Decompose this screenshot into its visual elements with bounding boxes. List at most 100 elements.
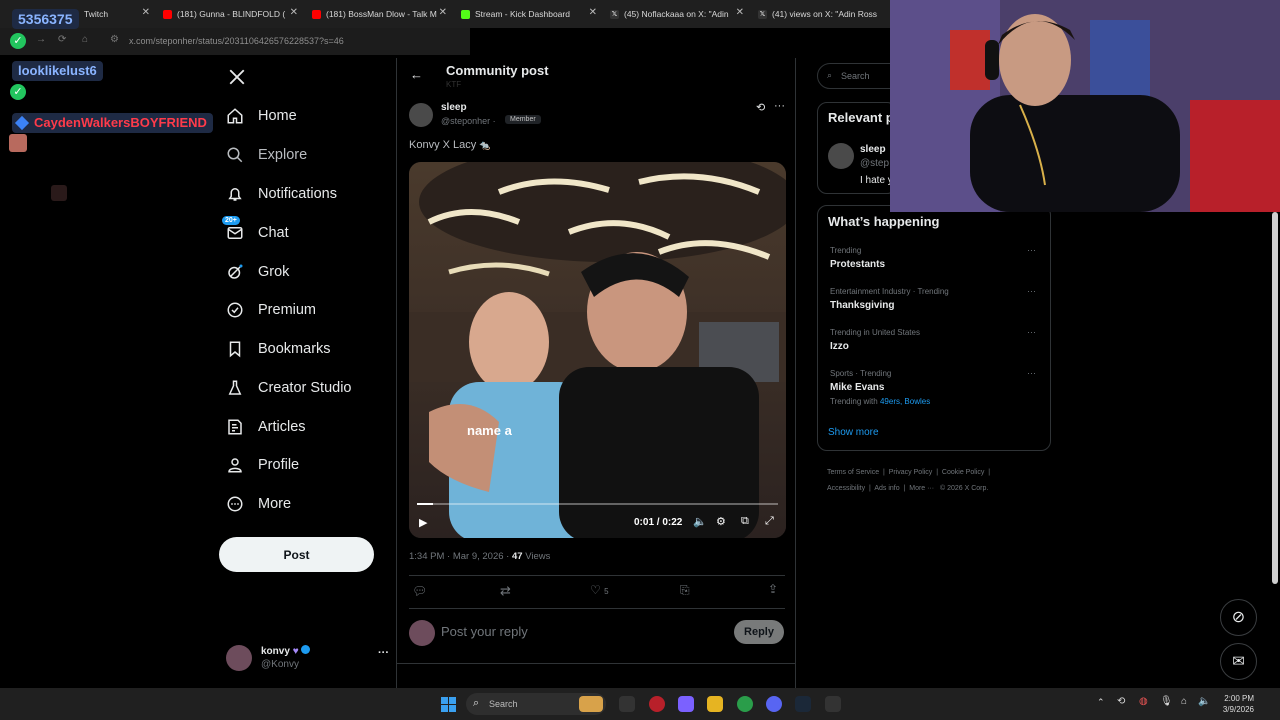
reply-button[interactable]: Reply [734, 620, 784, 644]
post-timestamp[interactable]: 1:34 PM · Mar 9, 2026 · [409, 551, 509, 562]
footer-link[interactable]: Accessibility [827, 485, 865, 492]
obs-icon[interactable] [649, 696, 665, 712]
repost-icon[interactable]: ⇄ [500, 583, 511, 599]
footer-link[interactable]: Terms of Service [827, 469, 879, 476]
back-arrow-icon[interactable]: ← [410, 67, 423, 82]
nav-chat[interactable]: Chat 20+ [222, 216, 289, 248]
trend-item[interactable]: Sports · Trending Mike Evans Trending wi… [830, 369, 930, 406]
share-icon[interactable]: ⇪ [768, 582, 778, 596]
bookmark-icon[interactable]: ⎘ [680, 583, 690, 598]
x-logo-icon[interactable] [228, 68, 246, 86]
trend-item[interactable]: Entertainment Industry · Trending Thanks… [830, 287, 949, 311]
close-icon[interactable]: ✕ [290, 7, 298, 18]
video-player[interactable]: name a ▶ 0:01 / 0:22 🔈 ⚙ ⧉ ⤢ [409, 162, 786, 538]
volume-icon[interactable]: 🔈 [1198, 696, 1210, 707]
tab-x-noflackaaa[interactable]: 𝕏 (45) Noflackaaa on X: "Adin ✕ [610, 4, 744, 24]
settings-gear-icon[interactable]: ⚙ [716, 515, 726, 528]
relevant-name[interactable]: sleep [860, 144, 886, 155]
person-icon [228, 458, 242, 473]
close-icon[interactable]: ✕ [142, 7, 150, 18]
tab-x-views[interactable]: 𝕏 (41) views on X: "Adin Ross [758, 4, 886, 24]
more-options-icon[interactable]: ··· [774, 100, 785, 112]
video-progress-fill [417, 503, 434, 505]
nav-explore[interactable]: Explore [226, 140, 307, 170]
relevant-bio: I hate y [860, 175, 893, 186]
nav-label: More [258, 496, 292, 512]
reply-input[interactable]: Post your reply [441, 624, 528, 639]
video-progress-track[interactable] [417, 503, 778, 505]
nav-home[interactable]: Home [226, 101, 297, 131]
fullscreen-icon[interactable]: ⤢ [765, 515, 774, 528]
nav-bookmarks[interactable]: Bookmarks [226, 334, 331, 364]
reply-icon[interactable]: 💬︎ [412, 584, 427, 598]
chevron-up-icon[interactable]: ⌃ [1097, 697, 1105, 708]
taskbar-search[interactable]: ⌕ Search [466, 693, 606, 715]
forward-icon[interactable]: → [36, 34, 46, 45]
nav-label: Creator Studio [258, 380, 352, 396]
reload-icon[interactable]: ⟳ [58, 34, 66, 45]
trend-meta: Sports · Trending [830, 369, 892, 378]
tab-gunna[interactable]: (181) Gunna - BLINDFOLD ( ✕ [163, 4, 298, 24]
play-icon[interactable]: ▶ [419, 516, 427, 529]
like-button[interactable]: ♡ 5 [590, 583, 609, 597]
more-options-icon[interactable]: ··· [1027, 245, 1036, 255]
nav-premium[interactable]: Premium [226, 295, 316, 325]
volume-icon[interactable]: 🔈 [693, 515, 707, 528]
nav-profile[interactable]: Profile [226, 450, 299, 480]
home-icon[interactable]: ⌂ [82, 34, 88, 45]
file-explorer-icon[interactable] [707, 696, 723, 712]
search-icon: ⌕ [827, 70, 833, 80]
copilot-icon[interactable] [678, 696, 694, 712]
post-button[interactable]: Post [219, 537, 374, 572]
nav-creator-studio[interactable]: Creator Studio [226, 373, 352, 403]
tab-twitch[interactable]: Twitch ✕ [84, 4, 150, 24]
footer-link[interactable]: Cookie Policy [942, 469, 984, 476]
grok-icon[interactable]: ⟲ [756, 101, 765, 114]
windows-start-icon[interactable] [441, 697, 456, 712]
close-icon[interactable]: ✕ [439, 7, 447, 18]
trend-related-links[interactable]: 49ers, Bowles [880, 397, 930, 406]
task-view-icon[interactable] [619, 696, 635, 712]
footer-link[interactable]: Privacy Policy [889, 469, 933, 476]
page-scrollbar[interactable] [1272, 212, 1278, 584]
tab-label: Twitch [84, 9, 109, 19]
chrome-icon[interactable] [737, 696, 753, 712]
author-name[interactable]: sleep [441, 102, 467, 113]
author-handle[interactable]: @steponher · [441, 116, 496, 126]
site-info-icon[interactable]: ⚙ [110, 34, 119, 45]
author-avatar[interactable] [409, 103, 433, 127]
epic-games-icon[interactable] [825, 696, 841, 712]
nav-label: Chat [258, 225, 289, 241]
clock[interactable]: 2:00 PM 3/9/2026 [1218, 693, 1254, 715]
microphone-icon[interactable]: 🎙︎ [1160, 696, 1173, 707]
trend-item[interactable]: Trending Protestants [830, 246, 885, 270]
tray-app-icon[interactable]: ◍ [1139, 696, 1148, 707]
network-icon[interactable]: ⌂ [1181, 696, 1187, 707]
tab-kick[interactable]: Stream - Kick Dashboard ✕ [461, 4, 597, 24]
account-more-icon[interactable]: ··· [378, 647, 389, 659]
show-more-link[interactable]: Show more [828, 427, 879, 438]
grok-icon[interactable]: ⊘ [1220, 599, 1257, 636]
nav-notifications[interactable]: Notifications [226, 179, 337, 209]
more-options-icon[interactable]: ··· [1027, 368, 1036, 378]
discord-icon[interactable] [766, 696, 782, 712]
more-options-icon[interactable]: ··· [1027, 327, 1036, 337]
account-switcher[interactable]: konvy ♥ @Konvy ··· [226, 643, 392, 673]
nav-articles[interactable]: Articles [226, 412, 306, 442]
nav-more[interactable]: More [226, 489, 291, 519]
close-icon[interactable]: ✕ [589, 7, 597, 18]
tab-bossman[interactable]: (181) BossMan Dlow - Talk M ✕ [312, 4, 447, 24]
nav-grok[interactable]: Grok [226, 257, 289, 287]
trend-item[interactable]: Trending in United States Izzo [830, 328, 920, 352]
avatar[interactable] [828, 143, 854, 169]
steam-icon[interactable] [795, 696, 811, 712]
close-icon[interactable]: ✕ [736, 7, 744, 18]
more-options-icon[interactable]: ··· [1027, 286, 1036, 296]
footer-link[interactable]: More ··· [909, 485, 934, 492]
url-text[interactable]: x.com/steponher/status/20311064265762285… [129, 36, 344, 46]
messages-icon[interactable]: ✉ [1220, 643, 1257, 680]
footer-link[interactable]: Ads info [874, 485, 899, 492]
tray-app-icon[interactable]: ⟲ [1117, 696, 1125, 707]
trend-meta: Trending [830, 246, 862, 255]
picture-in-picture-icon[interactable]: ⧉ [741, 515, 749, 528]
